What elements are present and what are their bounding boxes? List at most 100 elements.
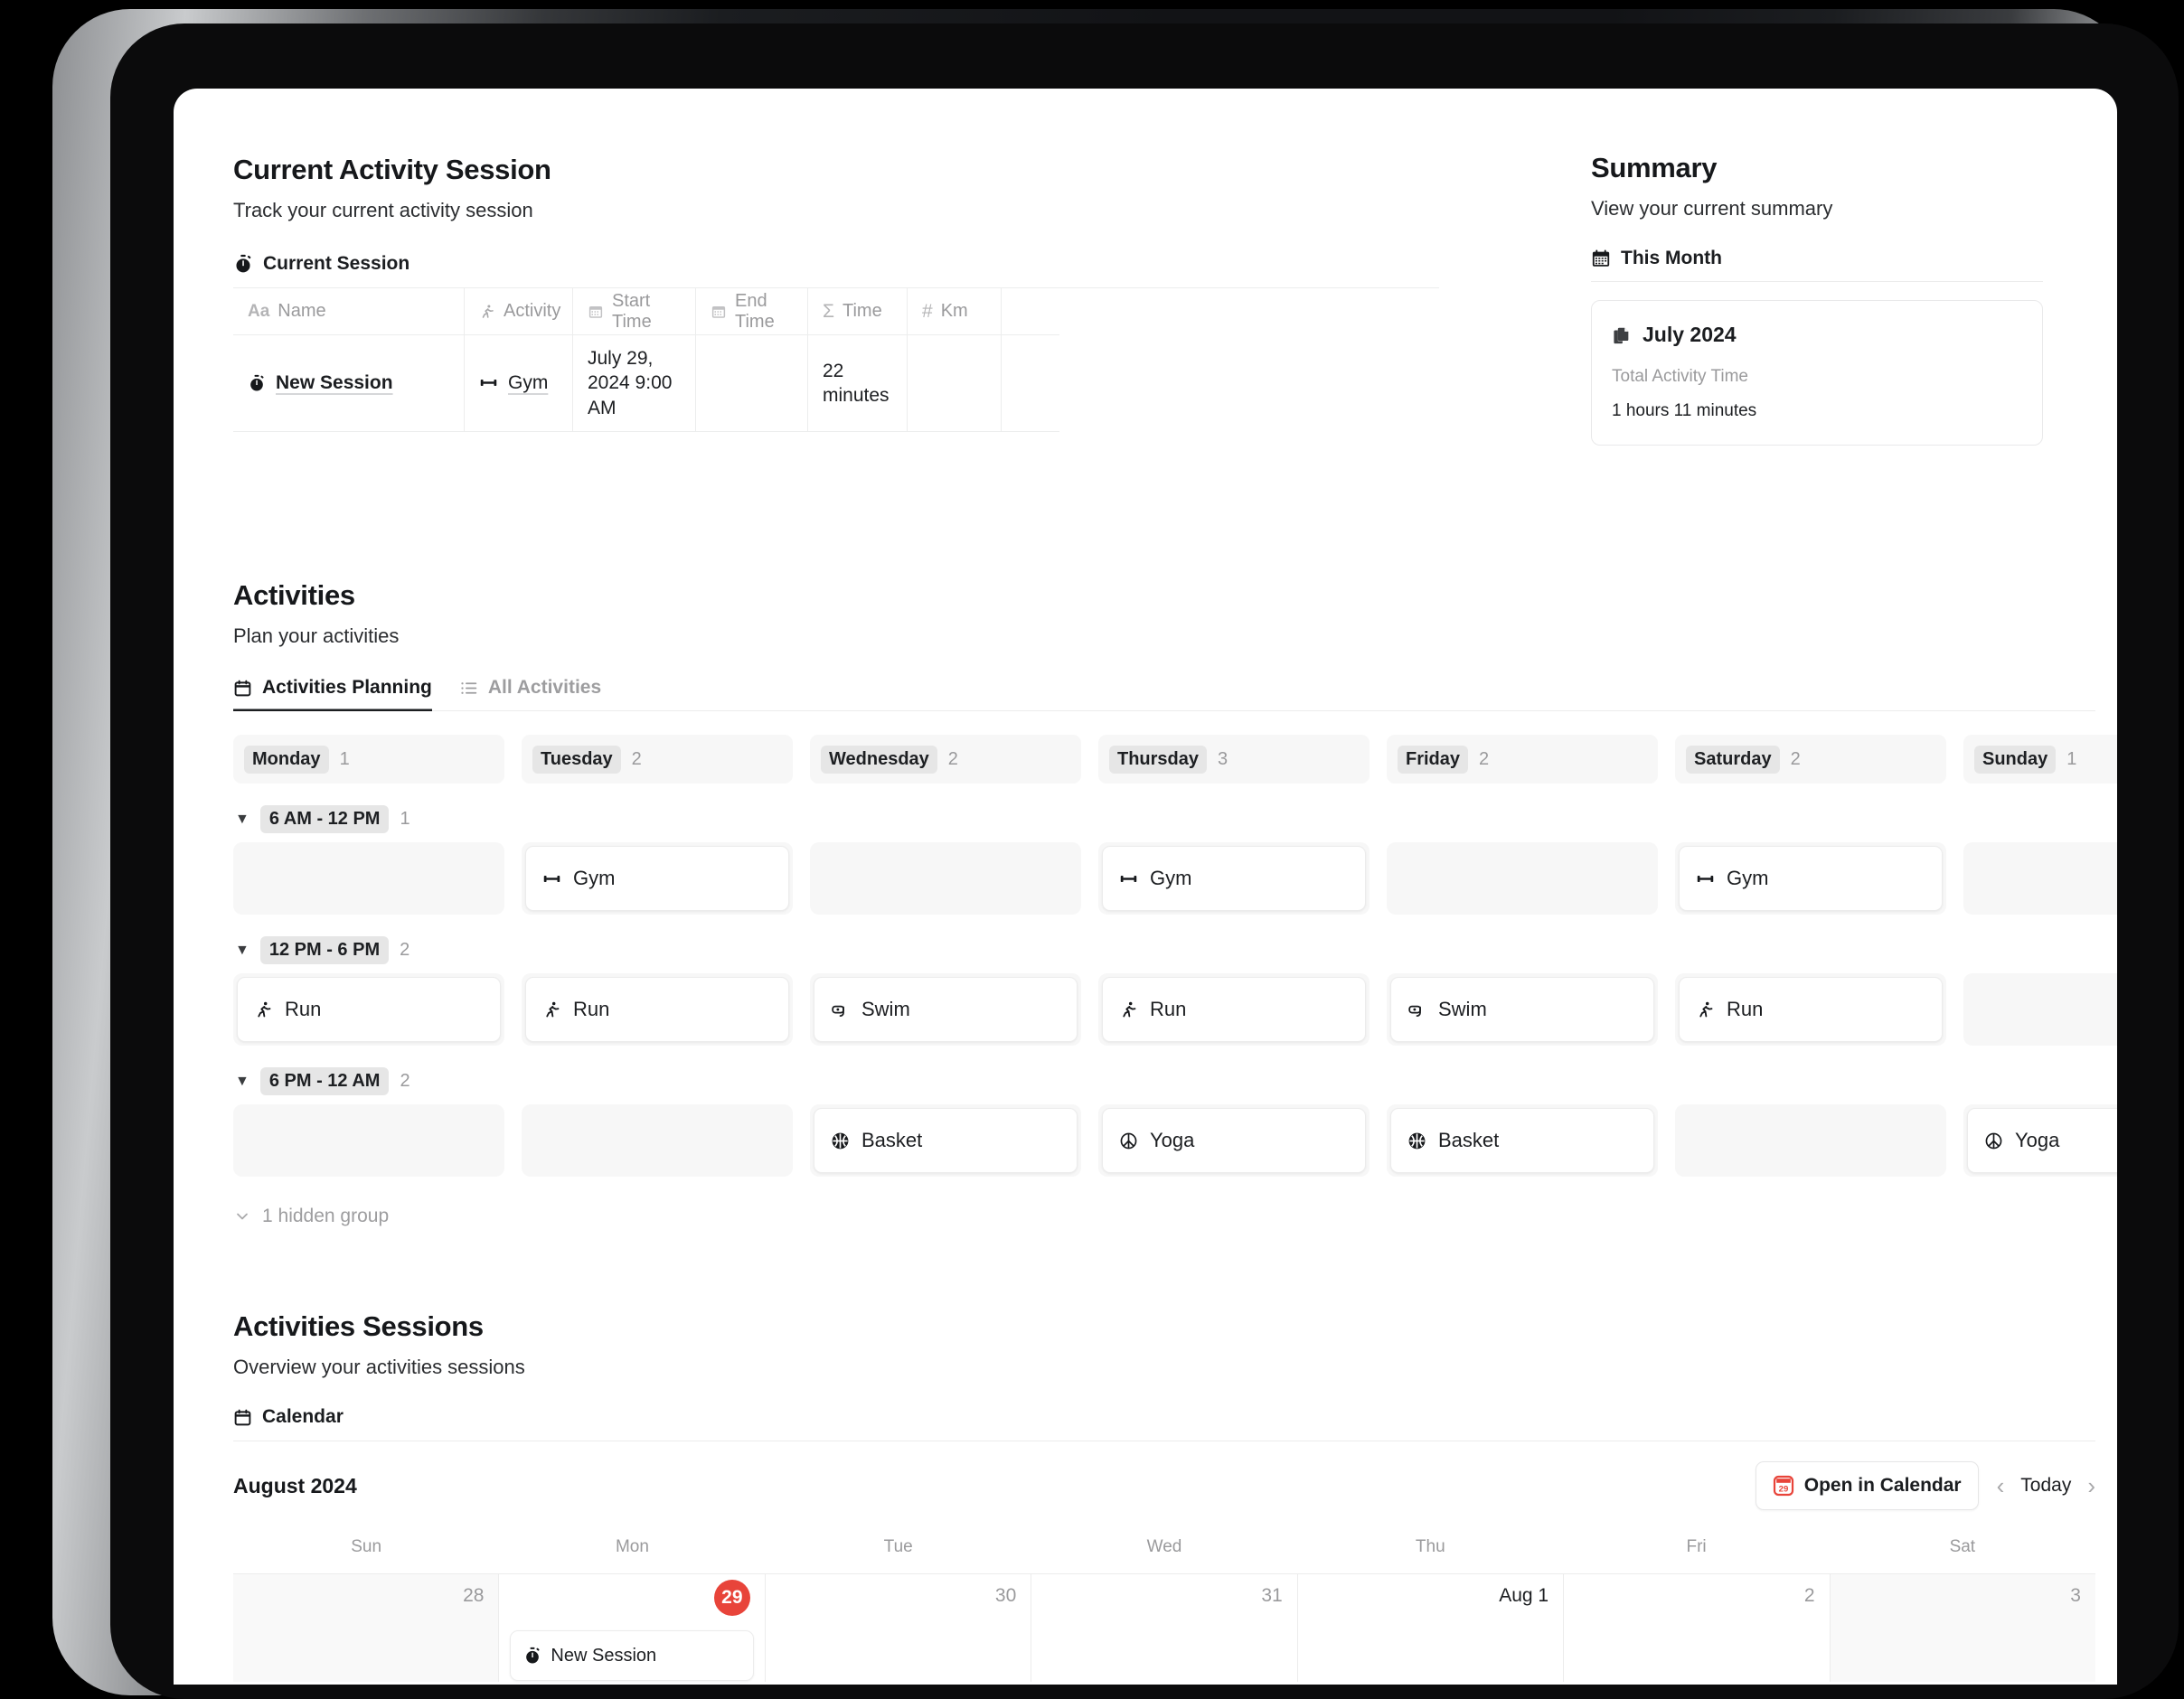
activity-card[interactable]: Basket bbox=[1390, 1108, 1654, 1173]
calendar-event[interactable]: New Session bbox=[510, 1630, 754, 1681]
calendar-day-cell[interactable]: 30 bbox=[765, 1574, 1032, 1682]
lane[interactable]: Run bbox=[1098, 973, 1370, 1046]
day-header[interactable]: Saturday 2 bbox=[1675, 735, 1946, 784]
hidden-group-toggle[interactable]: 1 hidden group bbox=[233, 1206, 2117, 1227]
runner-icon bbox=[254, 1000, 273, 1019]
day-header[interactable]: Wednesday 2 bbox=[810, 735, 1081, 784]
chevron-left-icon[interactable]: ‹ bbox=[1997, 1474, 2005, 1497]
day-header[interactable]: Sunday 1 bbox=[1963, 735, 2117, 784]
activity-card[interactable]: Gym bbox=[1102, 846, 1366, 911]
column-header-activity[interactable]: Activity bbox=[465, 288, 573, 335]
activity-card[interactable]: Run bbox=[1102, 977, 1366, 1042]
caret-down-icon[interactable]: ▼ bbox=[235, 943, 249, 958]
calendar-day-cell[interactable]: 2 bbox=[1564, 1574, 1831, 1682]
runner-icon bbox=[1696, 1000, 1715, 1019]
cell-end-time[interactable] bbox=[696, 335, 808, 432]
day-header-label: Sunday bbox=[1974, 745, 2057, 774]
lane-empty[interactable] bbox=[1963, 842, 2117, 915]
activity-card[interactable]: Swim bbox=[814, 977, 1078, 1042]
tab-all-activities[interactable]: All Activities bbox=[459, 677, 601, 711]
lane-empty[interactable] bbox=[810, 842, 1081, 915]
lane[interactable]: Run bbox=[233, 973, 504, 1046]
day-column-sunday: Sunday 1 bbox=[1963, 735, 2117, 784]
column-header-time[interactable]: Σ Time bbox=[808, 288, 908, 335]
activity-card[interactable]: Gym bbox=[1679, 846, 1943, 911]
activity-card-label: Basket bbox=[1438, 1129, 1500, 1151]
calendar-day-cell[interactable]: 3 bbox=[1830, 1574, 2095, 1682]
activity-card[interactable]: Yoga bbox=[1967, 1108, 2117, 1173]
board-cell: Yoga bbox=[1963, 1104, 2117, 1177]
day-header[interactable]: Friday 2 bbox=[1387, 735, 1658, 784]
calendar-day-cell[interactable]: 31 bbox=[1031, 1574, 1298, 1682]
lane-empty[interactable] bbox=[1387, 842, 1658, 915]
activity-card[interactable]: Run bbox=[525, 977, 789, 1042]
column-header-start-time[interactable]: Start Time bbox=[573, 288, 696, 335]
column-header-end-time[interactable]: End Time bbox=[696, 288, 808, 335]
lane[interactable]: Gym bbox=[522, 842, 793, 915]
day-header[interactable]: Monday 1 bbox=[233, 735, 504, 784]
lane-empty[interactable] bbox=[522, 1104, 793, 1177]
open-in-calendar-button[interactable]: 29 Open in Calendar bbox=[1755, 1461, 1979, 1510]
lane-empty[interactable] bbox=[233, 842, 504, 915]
this-month-tab[interactable]: This Month bbox=[1591, 248, 2043, 269]
lane[interactable]: Gym bbox=[1675, 842, 1946, 915]
activity-card[interactable]: Basket bbox=[814, 1108, 1078, 1173]
group-row: Basket Yoga Basket Yoga bbox=[233, 1104, 2117, 1177]
calendar-day-number: Aug 1 bbox=[1499, 1585, 1549, 1606]
hidden-group-label: 1 hidden group bbox=[262, 1206, 390, 1226]
cell-km[interactable] bbox=[908, 335, 1002, 432]
sessions-title: Activities Sessions bbox=[233, 1310, 484, 1342]
lane-empty[interactable] bbox=[1675, 1104, 1946, 1177]
lane-empty[interactable] bbox=[1963, 973, 2117, 1046]
calendar-day-cell[interactable]: 29 New Session bbox=[499, 1574, 766, 1682]
day-header[interactable]: Tuesday 2 bbox=[522, 735, 793, 784]
current-session-tab[interactable]: Current Session bbox=[233, 253, 1439, 275]
activity-card[interactable]: Swim bbox=[1390, 977, 1654, 1042]
lane[interactable]: Swim bbox=[1387, 973, 1658, 1046]
activity-card[interactable]: Gym bbox=[525, 846, 789, 911]
lane[interactable]: Yoga bbox=[1963, 1104, 2117, 1177]
cell-activity[interactable]: Gym bbox=[465, 335, 573, 432]
lane[interactable]: Run bbox=[1675, 973, 1946, 1046]
lane[interactable]: Swim bbox=[810, 973, 1081, 1046]
group-count: 2 bbox=[400, 940, 410, 960]
pages-icon bbox=[1612, 325, 1632, 345]
tab-activities-planning[interactable]: Activities Planning bbox=[233, 677, 432, 711]
table-row[interactable]: New Session Gym July 29, 2024 9:00 AM 22… bbox=[233, 335, 1439, 432]
column-header-km[interactable]: # Km bbox=[908, 288, 1002, 335]
lane[interactable]: Run bbox=[522, 973, 793, 1046]
activity-card[interactable]: Run bbox=[1679, 977, 1943, 1042]
stopwatch-icon bbox=[523, 1647, 541, 1665]
chevron-right-icon[interactable]: › bbox=[2087, 1474, 2095, 1497]
calendar-tab[interactable]: Calendar bbox=[233, 1406, 2117, 1428]
activity-card[interactable]: Run bbox=[237, 977, 501, 1042]
day-column-tuesday: Tuesday 2 bbox=[522, 735, 793, 784]
group-header[interactable]: ▼ 12 PM - 6 PM 2 bbox=[235, 936, 2117, 964]
column-header-name[interactable]: Aa Name bbox=[233, 288, 465, 335]
lane[interactable]: Basket bbox=[1387, 1104, 1658, 1177]
yoga-icon bbox=[1984, 1131, 2003, 1150]
lane[interactable]: Gym bbox=[1098, 842, 1370, 915]
activity-card-label: Gym bbox=[1727, 867, 1769, 889]
calendar-day-cell[interactable]: Aug 1 bbox=[1297, 1574, 1565, 1682]
calendar-day-cell[interactable]: 28 bbox=[233, 1574, 500, 1682]
activity-card[interactable]: Yoga bbox=[1102, 1108, 1366, 1173]
summary-card-label: Total Activity Time bbox=[1612, 367, 1748, 386]
cell-name[interactable]: New Session bbox=[233, 335, 465, 432]
activity-card-label: Yoga bbox=[2015, 1129, 2060, 1151]
day-header[interactable]: Thursday 3 bbox=[1098, 735, 1370, 784]
group-header[interactable]: ▼ 6 AM - 12 PM 1 bbox=[235, 805, 2117, 833]
today-button[interactable]: Today bbox=[2020, 1475, 2071, 1497]
runner-icon bbox=[479, 304, 495, 320]
caret-down-icon[interactable]: ▼ bbox=[235, 1074, 249, 1089]
calendar-day-number: 2 bbox=[1803, 1585, 1815, 1606]
board-cell bbox=[233, 842, 504, 915]
lane-empty[interactable] bbox=[233, 1104, 504, 1177]
caret-down-icon[interactable]: ▼ bbox=[235, 812, 249, 827]
cell-start-time[interactable]: July 29, 2024 9:00 AM bbox=[573, 335, 696, 432]
summary-card[interactable]: July 2024 Total Activity Time 1 hours 11… bbox=[1591, 300, 2043, 446]
group-header[interactable]: ▼ 6 PM - 12 AM 2 bbox=[235, 1067, 2117, 1095]
lane[interactable]: Yoga bbox=[1098, 1104, 1370, 1177]
lane[interactable]: Basket bbox=[810, 1104, 1081, 1177]
cell-time[interactable]: 22 minutes bbox=[808, 335, 908, 432]
